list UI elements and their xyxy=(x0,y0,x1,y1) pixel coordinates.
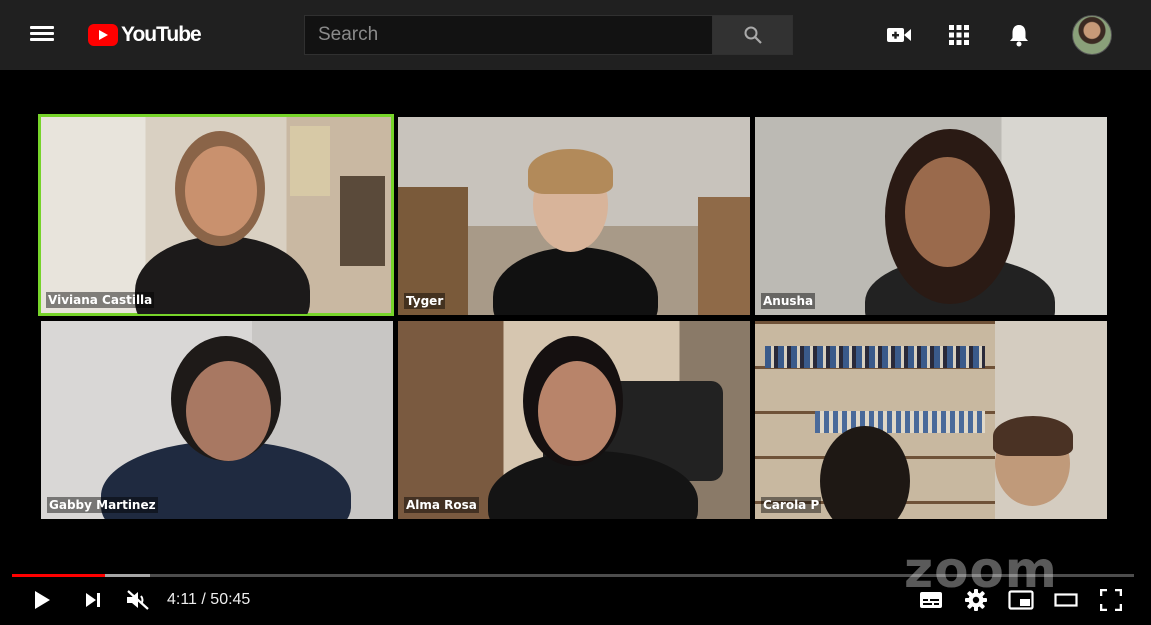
subtitles-button[interactable] xyxy=(915,586,947,614)
youtube-logo-icon xyxy=(88,24,118,46)
mute-button[interactable] xyxy=(122,586,154,614)
participant-tile: Anusha xyxy=(755,117,1107,315)
participant-name: Carola P xyxy=(761,497,822,513)
muted-volume-icon xyxy=(127,590,149,610)
next-icon xyxy=(86,593,100,607)
miniplayer-icon xyxy=(1008,590,1034,610)
search-button[interactable] xyxy=(712,15,793,55)
theater-mode-icon xyxy=(1054,593,1078,607)
participant-name: Anusha xyxy=(761,293,816,309)
time-display: 4:11 / 50:45 xyxy=(167,591,251,608)
subtitles-icon xyxy=(920,592,942,608)
apps-button[interactable] xyxy=(939,15,979,55)
participant-name: Tyger xyxy=(404,293,446,309)
settings-button[interactable] xyxy=(960,586,992,614)
notifications-icon xyxy=(1010,25,1028,47)
participant-tile: Viviana Castilla xyxy=(38,114,394,316)
play-button[interactable] xyxy=(26,586,58,614)
shelf xyxy=(340,176,385,266)
miniplayer-button[interactable] xyxy=(1005,586,1037,614)
video-player[interactable]: Viviana Castilla Tyger Anusha Gabby Mart… xyxy=(0,70,1151,625)
wall-hanging xyxy=(290,126,330,196)
notifications-button[interactable] xyxy=(999,15,1039,55)
furniture xyxy=(698,197,750,315)
participant-tile: Carola P xyxy=(755,321,1107,519)
settings-icon xyxy=(965,589,987,611)
avatar[interactable] xyxy=(1072,15,1112,55)
create-video-icon xyxy=(887,28,911,42)
participant-tile: Tyger xyxy=(398,117,750,315)
play-icon xyxy=(35,591,50,609)
create-video-button[interactable] xyxy=(879,15,919,55)
youtube-logo[interactable]: YouTube xyxy=(88,22,202,48)
progress-bar[interactable] xyxy=(12,574,1134,577)
participant-name: Viviana Castilla xyxy=(46,292,155,308)
logo-text: YouTube xyxy=(121,23,202,46)
fullscreen-icon xyxy=(1100,589,1122,611)
played-bar xyxy=(12,574,105,577)
fullscreen-button[interactable] xyxy=(1095,586,1127,614)
search-icon xyxy=(744,26,762,44)
participant-name: Alma Rosa xyxy=(404,497,479,513)
participant-tile: Alma Rosa xyxy=(398,321,750,519)
search-input[interactable] xyxy=(304,15,713,55)
theater-mode-button[interactable] xyxy=(1050,586,1082,614)
participant-tile: Gabby Martinez xyxy=(41,321,393,519)
menu-icon[interactable] xyxy=(30,23,56,47)
apps-icon xyxy=(949,25,969,45)
masthead: YouTube xyxy=(0,0,1151,70)
next-button[interactable] xyxy=(77,586,109,614)
participant-name: Gabby Martinez xyxy=(47,497,158,513)
